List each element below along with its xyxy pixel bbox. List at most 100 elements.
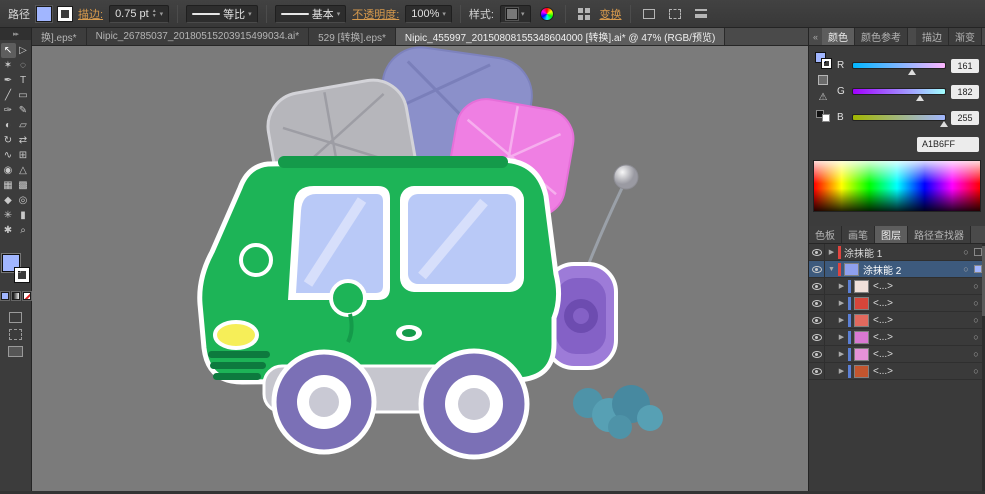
line-segment-tool[interactable]: ╱ <box>1 88 16 103</box>
document-tab[interactable]: 529 [转换].eps* <box>309 28 396 45</box>
r-slider[interactable] <box>852 62 946 69</box>
target-icon[interactable]: ○ <box>970 315 982 325</box>
visibility-toggle[interactable] <box>809 312 825 328</box>
tab-swatches[interactable]: 色板 <box>809 226 842 243</box>
layer-row[interactable]: ▶ <...> ○ <box>809 295 985 312</box>
stepper-arrows-icon[interactable]: ▲▼ <box>152 9 157 19</box>
chevron-down-icon[interactable]: ▾ <box>160 10 164 18</box>
target-icon[interactable]: ○ <box>970 366 982 376</box>
selection-indicator[interactable] <box>974 265 982 273</box>
blend-tool[interactable]: ◎ <box>16 193 31 208</box>
layer-name[interactable]: <...> <box>873 332 970 343</box>
visibility-toggle[interactable] <box>809 278 825 294</box>
hand-tool[interactable]: ✱ <box>1 223 16 238</box>
layer-row[interactable]: ▶ <...> ○ <box>809 346 985 363</box>
arrange-button[interactable] <box>665 4 685 24</box>
tab-layers[interactable]: 图层 <box>875 226 908 243</box>
layer-name[interactable]: <...> <box>873 315 970 326</box>
gradient-button[interactable] <box>12 292 20 300</box>
opacity-link[interactable]: 不透明度: <box>352 6 399 22</box>
b-value-field[interactable]: 255 <box>951 111 979 125</box>
canvas[interactable] <box>32 46 808 491</box>
blob-brush-tool[interactable]: ◐ <box>1 118 16 133</box>
column-graph-tool[interactable]: ▮ <box>16 208 31 223</box>
transform-link[interactable]: 变换 <box>600 6 622 22</box>
layer-row[interactable]: ▶ <...> ○ <box>809 278 985 295</box>
color-button[interactable] <box>1 292 9 300</box>
none-button[interactable] <box>23 292 31 300</box>
mesh-tool[interactable]: ▦ <box>1 178 16 193</box>
opacity-field[interactable]: 100% ▾ <box>405 5 452 23</box>
g-value-field[interactable]: 182 <box>951 85 979 99</box>
rotate-tool[interactable]: ↻ <box>1 133 16 148</box>
document-tab[interactable]: Nipic_26785037_20180515203915499034.ai* <box>87 28 310 45</box>
black-white-swatches[interactable] <box>816 110 830 122</box>
slider-handle[interactable] <box>940 121 948 127</box>
width-tool[interactable]: ∿ <box>1 148 16 163</box>
brush-definition-select[interactable]: 基本 ▾ <box>275 5 347 23</box>
tab-color-guide[interactable]: 颜色参考 <box>855 28 908 45</box>
control-panel-menu-button[interactable] <box>691 4 711 24</box>
chevron-down-icon[interactable]: ▾ <box>521 10 525 18</box>
layer-row-selected[interactable]: ▼ 涂抹能 2 ○ <box>809 261 985 278</box>
stroke-color-swatch[interactable] <box>58 7 72 21</box>
layer-name[interactable]: <...> <box>873 349 970 360</box>
zoom-tool[interactable]: ⌕ <box>16 223 31 238</box>
stroke-proxy-swatch[interactable] <box>15 268 29 282</box>
tab-pathfinder[interactable]: 路径查找器 <box>908 226 971 243</box>
stroke-link[interactable]: 描边: <box>78 6 103 22</box>
r-value-field[interactable]: 161 <box>951 59 979 73</box>
target-icon[interactable]: ○ <box>960 264 972 274</box>
target-icon[interactable]: ○ <box>970 281 982 291</box>
target-icon[interactable]: ○ <box>960 247 972 257</box>
visibility-toggle[interactable] <box>809 261 825 277</box>
tab-stroke[interactable]: 描边 <box>916 28 949 45</box>
out-of-gamut-warning-icon[interactable]: ⚠ <box>819 92 828 103</box>
magic-wand-tool[interactable]: ✶ <box>1 58 16 73</box>
visibility-toggle[interactable] <box>809 244 825 260</box>
chevron-down-icon[interactable]: ▾ <box>248 10 252 18</box>
recolor-artwork-button[interactable] <box>537 4 557 24</box>
tab-color[interactable]: 颜色 <box>822 28 855 45</box>
expand-arrow-icon[interactable]: ▼ <box>825 266 838 273</box>
white-swatch[interactable] <box>822 114 830 122</box>
tab-brushes[interactable]: 画笔 <box>842 226 875 243</box>
pen-tool[interactable]: ✒ <box>1 73 16 88</box>
symbol-sprayer-tool[interactable]: ✳ <box>1 208 16 223</box>
target-icon[interactable]: ○ <box>970 349 982 359</box>
tab-gradient[interactable]: 渐变 <box>949 28 982 45</box>
visibility-toggle[interactable] <box>809 346 825 362</box>
layer-name[interactable]: <...> <box>873 281 970 292</box>
fill-stroke-proxy[interactable] <box>2 254 29 282</box>
slider-handle[interactable] <box>916 95 924 101</box>
screen-mode-icon[interactable] <box>8 346 23 357</box>
style-select[interactable]: ▾ <box>500 5 531 23</box>
target-icon[interactable]: ○ <box>970 332 982 342</box>
align-button[interactable] <box>574 4 594 24</box>
selection-tool[interactable]: ↖ <box>1 43 16 58</box>
visibility-toggle[interactable] <box>809 329 825 345</box>
fill-stroke-proxy-small[interactable] <box>815 52 831 68</box>
layer-name[interactable]: <...> <box>873 298 970 309</box>
layer-name[interactable]: <...> <box>873 366 970 377</box>
layer-row[interactable]: ▶ <...> ○ <box>809 312 985 329</box>
eyedropper-tool[interactable]: ◆ <box>1 193 16 208</box>
slider-handle[interactable] <box>908 69 916 75</box>
layer-name[interactable]: 涂抹能 1 <box>844 245 960 260</box>
chevron-down-icon[interactable]: ▾ <box>337 10 341 18</box>
expand-arrow-icon[interactable]: ▶ <box>835 299 848 307</box>
free-transform-tool[interactable]: ⊞ <box>16 148 31 163</box>
gradient-tool[interactable]: ▩ <box>16 178 31 193</box>
perspective-grid-tool[interactable]: △ <box>16 163 31 178</box>
paintbrush-tool[interactable]: ✑ <box>1 103 16 118</box>
stroke-weight-field[interactable]: 0.75 pt ▲▼ ▾ <box>109 5 169 23</box>
tool-panel-collapse-handle[interactable]: ▸▸ <box>0 28 31 40</box>
document-tab-active[interactable]: Nipic_455997_20150808155348604000 [转换].a… <box>396 28 725 45</box>
lasso-tool[interactable]: ◌ <box>16 58 31 73</box>
fill-color-swatch[interactable] <box>36 6 52 22</box>
collapse-dock-icon[interactable]: « <box>809 28 822 45</box>
isolate-button[interactable] <box>639 4 659 24</box>
draw-behind-icon[interactable] <box>9 329 22 340</box>
visibility-toggle[interactable] <box>809 363 825 379</box>
eraser-tool[interactable]: ▱ <box>16 118 31 133</box>
